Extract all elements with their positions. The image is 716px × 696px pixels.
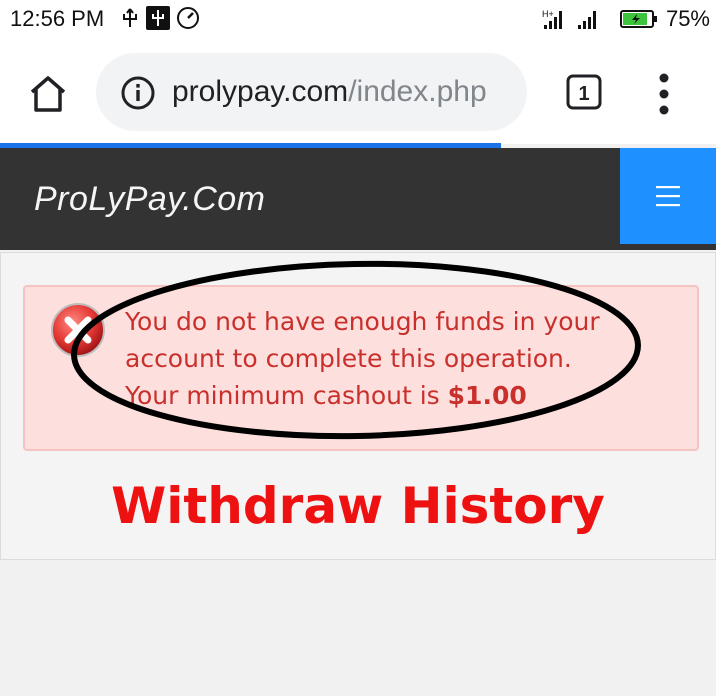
page-title: Withdraw History xyxy=(111,477,605,535)
site-navbar: ProLyPay.Com xyxy=(0,148,716,250)
tab-count: 1 xyxy=(578,83,589,105)
overflow-menu-icon[interactable] xyxy=(650,72,678,116)
home-icon[interactable] xyxy=(26,72,70,116)
menu-toggle-button[interactable] xyxy=(620,148,716,244)
status-right: H+ 75% xyxy=(542,6,710,32)
url-path: /index.php xyxy=(348,75,487,108)
status-bar: 12:56 PM H+ 75% xyxy=(0,0,716,38)
info-icon[interactable] xyxy=(120,75,156,111)
browser-toolbar: prolypay.com/index.php 1 xyxy=(0,38,716,144)
alert-line-3-prefix: Your minimum cashout is xyxy=(125,381,440,410)
main-content: You do not have enough funds in your acc… xyxy=(0,252,716,560)
error-alert: You do not have enough funds in your acc… xyxy=(23,285,699,451)
address-bar[interactable]: prolypay.com/index.php xyxy=(96,53,527,131)
signal-icon: H+ xyxy=(542,9,596,29)
hamburger-icon xyxy=(656,186,680,207)
battery-icon xyxy=(619,10,657,28)
tab-switcher-button[interactable]: 1 xyxy=(566,74,602,110)
status-time: 12:56 PM xyxy=(10,6,105,31)
usb-debug-icon xyxy=(146,6,170,30)
notification-icons xyxy=(120,6,200,30)
battery-percent: 75% xyxy=(665,6,710,31)
minimum-amount: $1.00 xyxy=(447,381,527,410)
url-text[interactable]: prolypay.com/index.php xyxy=(172,75,487,109)
alert-message: You do not have enough funds in your acc… xyxy=(125,303,625,414)
svg-text:H+: H+ xyxy=(542,9,554,19)
url-domain: prolypay.com xyxy=(172,75,349,108)
usb-icon xyxy=(123,8,137,27)
site-brand[interactable]: ProLyPay.Com xyxy=(34,180,266,219)
alert-line-1: You do not have enough funds in your xyxy=(125,307,600,336)
alert-line-2: account to complete this operation. xyxy=(125,344,572,373)
alert-line-3: Your minimum cashout is $1.00 xyxy=(125,377,625,414)
data-saver-icon xyxy=(177,7,199,29)
error-circle-icon xyxy=(51,303,105,357)
